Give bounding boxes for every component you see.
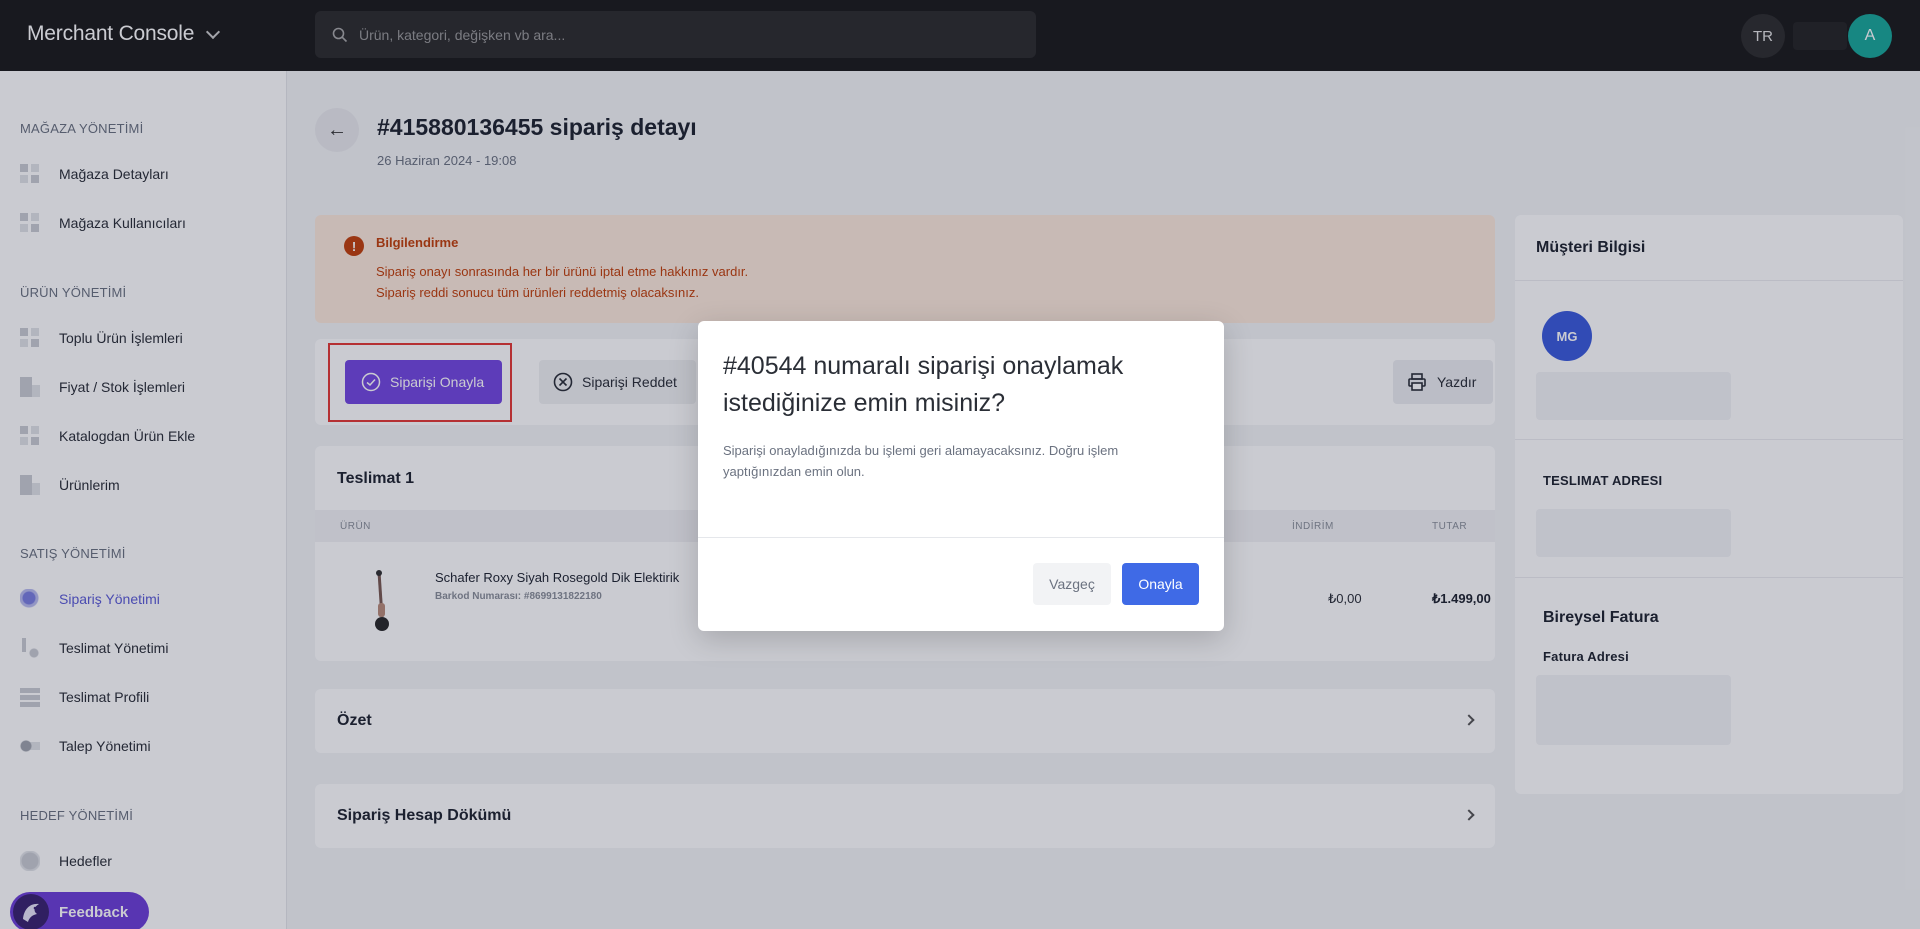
confirm-button[interactable]: Onayla: [1122, 563, 1199, 605]
cancel-button[interactable]: Vazgeç: [1033, 563, 1111, 605]
dialog-title: #40544 numaralı siparişi onaylamak isted…: [723, 352, 1124, 417]
dialog-message: Siparişi onayladığınızda bu işlemi geri …: [723, 443, 1119, 479]
divider: [698, 537, 1224, 538]
confirm-dialog: #40544 numaralı siparişi onaylamak isted…: [698, 321, 1224, 631]
